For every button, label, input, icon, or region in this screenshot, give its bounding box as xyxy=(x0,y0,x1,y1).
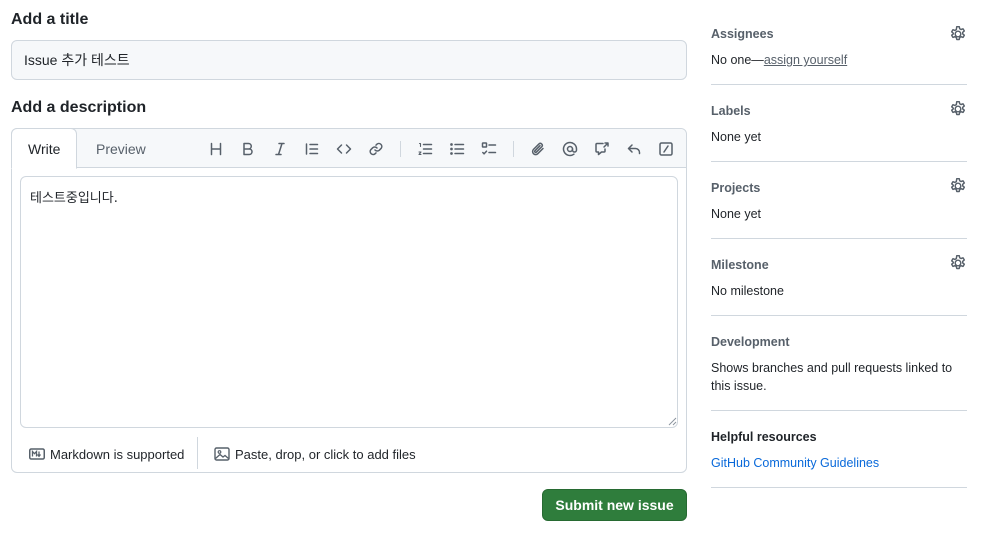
markdown-icon xyxy=(29,448,45,460)
description-heading: Add a description xyxy=(11,99,147,116)
title-input[interactable] xyxy=(11,40,687,80)
milestone-value: No milestone xyxy=(711,284,784,298)
attach-files-label: Paste, drop, or click to add files xyxy=(235,446,416,462)
assignees-none-text: No one— xyxy=(711,53,764,67)
assign-yourself-link[interactable]: assign yourself xyxy=(764,53,847,67)
footer-separator xyxy=(197,437,198,469)
reply-icon[interactable] xyxy=(622,137,646,161)
development-value: Shows branches and pull requests linked … xyxy=(711,361,953,393)
sidebar-helpful-resources: Helpful resources GitHub Community Guide… xyxy=(711,411,967,488)
markdown-supported-link[interactable]: Markdown is supported xyxy=(29,435,184,473)
tab-preview[interactable]: Preview xyxy=(80,129,162,168)
editor-header: Write Preview xyxy=(11,128,686,169)
cross-reference-icon[interactable] xyxy=(590,137,614,161)
quote-icon[interactable] xyxy=(300,137,324,161)
milestone-gear-icon[interactable] xyxy=(949,254,967,272)
sidebar-milestone: Milestone No milestone xyxy=(711,239,967,316)
editor-footer: Markdown is supported Paste, drop, or cl… xyxy=(12,435,686,473)
markdown-editor: Write Preview 테스트중입니다. Markdown is suppo… xyxy=(11,128,687,473)
image-icon xyxy=(214,447,230,461)
heading-icon[interactable] xyxy=(204,137,228,161)
development-label: Development xyxy=(711,335,790,349)
link-icon[interactable] xyxy=(364,137,388,161)
helpful-resources-label: Helpful resources xyxy=(711,430,817,444)
projects-label: Projects xyxy=(711,181,761,195)
assignees-gear-icon[interactable] xyxy=(949,25,967,43)
title-heading: Add a title xyxy=(11,11,89,28)
assignees-label: Assignees xyxy=(711,27,774,41)
task-list-icon[interactable] xyxy=(477,137,501,161)
slash-commands-icon[interactable] xyxy=(654,137,678,161)
assignees-value: No one—assign yourself xyxy=(711,51,847,69)
numbered-list-icon[interactable] xyxy=(413,137,437,161)
labels-label: Labels xyxy=(711,104,751,118)
sidebar-assignees: Assignees No one—assign yourself xyxy=(711,0,967,85)
toolbar-separator xyxy=(400,141,401,157)
tab-write[interactable]: Write xyxy=(11,128,78,169)
sidebar-projects: Projects None yet xyxy=(711,162,967,239)
labels-gear-icon[interactable] xyxy=(949,100,967,118)
code-icon[interactable] xyxy=(332,137,356,161)
milestone-label: Milestone xyxy=(711,258,769,272)
attach-files-button[interactable]: Paste, drop, or click to add files xyxy=(214,435,416,473)
community-guidelines-link[interactable]: GitHub Community Guidelines xyxy=(711,454,879,472)
bold-icon[interactable] xyxy=(236,137,260,161)
projects-gear-icon[interactable] xyxy=(949,177,967,195)
mention-icon[interactable] xyxy=(558,137,582,161)
toolbar-separator xyxy=(513,141,514,157)
attachment-icon[interactable] xyxy=(526,137,550,161)
projects-value: None yet xyxy=(711,207,762,221)
sidebar-labels: Labels None yet xyxy=(711,85,967,162)
submit-new-issue-button[interactable]: Submit new issue xyxy=(542,489,687,521)
resize-handle-icon[interactable] xyxy=(668,417,677,426)
italic-icon[interactable] xyxy=(268,137,292,161)
unordered-list-icon[interactable] xyxy=(445,137,469,161)
sidebar-development: Development Shows branches and pull requ… xyxy=(711,316,967,411)
labels-value: None yet xyxy=(711,130,762,144)
markdown-supported-label: Markdown is supported xyxy=(50,446,185,462)
description-textarea[interactable]: 테스트중입니다. xyxy=(20,176,678,428)
